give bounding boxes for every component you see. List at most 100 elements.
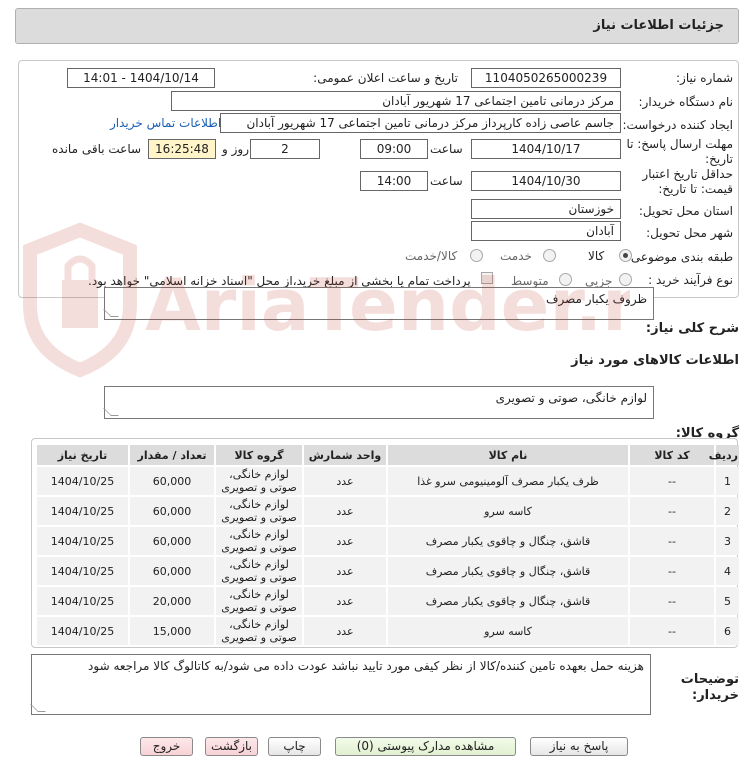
cell-row-number: 1: [716, 467, 739, 495]
city-field[interactable]: آبادان: [471, 221, 621, 241]
contact-buyer-link[interactable]: اطلاعات تماس خریدار: [110, 116, 221, 130]
validity-date-field[interactable]: 1404/10/30: [471, 171, 621, 191]
need-number-field[interactable]: 1104050265000239: [471, 68, 621, 88]
cell-need-date: 1404/10/25: [37, 587, 128, 615]
buyer-notes-label: توضیحات: [680, 672, 739, 687]
process-label: نوع فرآیند خرید :: [648, 273, 733, 287]
cell-need-date: 1404/10/25: [37, 467, 128, 495]
cell-unit: عدد: [304, 617, 386, 645]
cell-item-code: --: [630, 587, 714, 615]
cell-item-code: --: [630, 557, 714, 585]
table-row[interactable]: 6 -- کاسه سرو عدد لوازم خانگی، صوتی و تص…: [37, 617, 739, 645]
validity-time-field[interactable]: 14:00: [360, 171, 428, 191]
cell-row-number: 2: [716, 497, 739, 525]
buyer-label: نام دستگاه خریدار:: [638, 95, 734, 109]
cell-item-code: --: [630, 497, 714, 525]
cell-item-name: کاسه سرو: [388, 497, 628, 525]
cell-unit: عدد: [304, 497, 386, 525]
table-row[interactable]: 3 -- قاشق، چنگال و چاقوی یکبار مصرف عدد …: [37, 527, 739, 555]
treasury-payment-note: پرداخت تمام یا بخشی از مبلغ خرید،از محل …: [88, 274, 471, 288]
city-label: شهر محل تحویل:: [646, 226, 733, 240]
cell-quantity: 60,000: [130, 527, 214, 555]
table-row[interactable]: 2 -- کاسه سرو عدد لوازم خانگی، صوتی و تص…: [37, 497, 739, 525]
buyer-field[interactable]: مرکز درمانی تامین اجتماعی 17 شهریور آباد…: [171, 91, 621, 111]
days-field[interactable]: 2: [250, 139, 320, 159]
category-radio-goods-service[interactable]: [470, 249, 483, 262]
goods-info-title: اطلاعات کالاهای مورد نیاز: [571, 353, 739, 368]
treasury-payment-checkbox[interactable]: [481, 272, 493, 284]
back-button[interactable]: بازگشت: [205, 737, 258, 756]
col-header-group: گروه کالا: [216, 445, 302, 465]
cell-group: لوازم خانگی، صوتی و تصویری: [216, 587, 302, 615]
goods-group-text: لوازم خانگی، صوتی و تصویری: [495, 391, 647, 405]
remaining-label: ساعت باقی مانده: [52, 142, 142, 156]
page-header: جزئیات اطلاعات نیاز: [15, 8, 739, 44]
cell-row-number: 5: [716, 587, 739, 615]
cell-item-name: قاشق، چنگال و چاقوی یکبار مصرف: [388, 527, 628, 555]
col-header-quantity: تعداد / مقدار: [130, 445, 214, 465]
creator-label: ایجاد کننده درخواست:: [622, 118, 733, 132]
cell-row-number: 6: [716, 617, 739, 645]
resize-grip-icon[interactable]: [103, 309, 119, 317]
col-header-row-number: ردیف: [709, 445, 739, 465]
cell-item-name: کاسه سرو: [388, 617, 628, 645]
cell-need-date: 1404/10/25: [37, 497, 128, 525]
category-radio-service[interactable]: [543, 249, 556, 262]
cell-item-name: قاشق، چنگال و چاقوی یکبار مصرف: [388, 557, 628, 585]
buyer-notes-text: هزینه حمل بعهده تامین کننده/کالا از نظر …: [88, 659, 644, 673]
print-button[interactable]: چاپ: [268, 737, 321, 756]
cell-item-code: --: [630, 617, 714, 645]
resize-grip-icon[interactable]: [103, 408, 119, 416]
resize-grip-icon[interactable]: [30, 704, 46, 712]
process-radio-minor[interactable]: [619, 273, 632, 286]
description-textarea[interactable]: ظروف یکبار مصرف: [103, 287, 654, 320]
items-table: ردیف کد کالا نام کالا واحد شمارش گروه کا…: [35, 443, 741, 647]
remaining-time-field: 16:25:48: [148, 139, 216, 159]
validity-label-2: قیمت: تا تاریخ:: [658, 182, 733, 196]
need-number-label: شماره نیاز:: [676, 71, 733, 85]
category-label: طبقه بندی موضوعی:: [626, 250, 733, 264]
col-header-unit: واحد شمارش: [304, 445, 386, 465]
cell-unit: عدد: [304, 557, 386, 585]
view-attachments-button[interactable]: مشاهده مدارک پیوستی (0): [335, 737, 516, 756]
creator-field[interactable]: جاسم عاصی زاده کارپرداز مرکز درمانی تامی…: [220, 113, 621, 133]
reply-button[interactable]: پاسخ به نیاز: [530, 737, 628, 756]
category-option-goods: کالا: [588, 249, 605, 263]
description-text: ظروف یکبار مصرف: [546, 292, 647, 306]
deadline-time-label: ساعت: [430, 142, 463, 156]
cell-group: لوازم خانگی، صوتی و تصویری: [216, 467, 302, 495]
table-row[interactable]: 4 -- قاشق، چنگال و چاقوی یکبار مصرف عدد …: [37, 557, 739, 585]
cell-row-number: 4: [716, 557, 739, 585]
cell-quantity: 60,000: [130, 557, 214, 585]
process-radio-medium[interactable]: [559, 273, 572, 286]
items-table-container: ردیف کد کالا نام کالا واحد شمارش گروه کا…: [31, 438, 741, 648]
exit-button[interactable]: خروج: [140, 737, 193, 756]
cell-quantity: 20,000: [130, 587, 214, 615]
page-title: جزئیات اطلاعات نیاز: [593, 18, 724, 33]
cell-unit: عدد: [304, 587, 386, 615]
announce-datetime-field[interactable]: 1404/10/14 - 14:01: [67, 68, 215, 88]
cell-quantity: 60,000: [130, 467, 214, 495]
deadline-date-field[interactable]: 1404/10/17: [471, 139, 621, 159]
cell-need-date: 1404/10/25: [37, 557, 128, 585]
province-field[interactable]: خوزستان: [471, 199, 621, 219]
cell-item-name: قاشق، چنگال و چاقوی یکبار مصرف: [388, 587, 628, 615]
goods-group-textarea[interactable]: لوازم خانگی، صوتی و تصویری: [103, 386, 654, 419]
deadline-time-field[interactable]: 09:00: [360, 139, 428, 159]
table-row[interactable]: 5 -- قاشق، چنگال و چاقوی یکبار مصرف عدد …: [37, 587, 739, 615]
cell-item-name: ظرف یکبار مصرف آلومینیومی سرو غذا: [388, 467, 628, 495]
cell-quantity: 60,000: [130, 497, 214, 525]
buyer-notes-label-2: خریدار:: [692, 688, 739, 703]
deadline-label: مهلت ارسال پاسخ: تا: [626, 137, 733, 151]
cell-need-date: 1404/10/25: [37, 527, 128, 555]
table-header-row: ردیف کد کالا نام کالا واحد شمارش گروه کا…: [37, 445, 739, 465]
process-option-minor: جزیی: [585, 274, 613, 288]
col-header-need-date: تاریخ نیاز: [37, 445, 128, 465]
cell-unit: عدد: [304, 467, 386, 495]
buyer-notes-textarea[interactable]: هزینه حمل بعهده تامین کننده/کالا از نظر …: [30, 654, 651, 715]
cell-group: لوازم خانگی، صوتی و تصویری: [216, 527, 302, 555]
announce-label: تاریخ و ساعت اعلان عمومی:: [313, 71, 458, 85]
cell-group: لوازم خانگی، صوتی و تصویری: [216, 557, 302, 585]
category-radio-goods[interactable]: [619, 249, 632, 262]
table-row[interactable]: 1 -- ظرف یکبار مصرف آلومینیومی سرو غذا ع…: [37, 467, 739, 495]
